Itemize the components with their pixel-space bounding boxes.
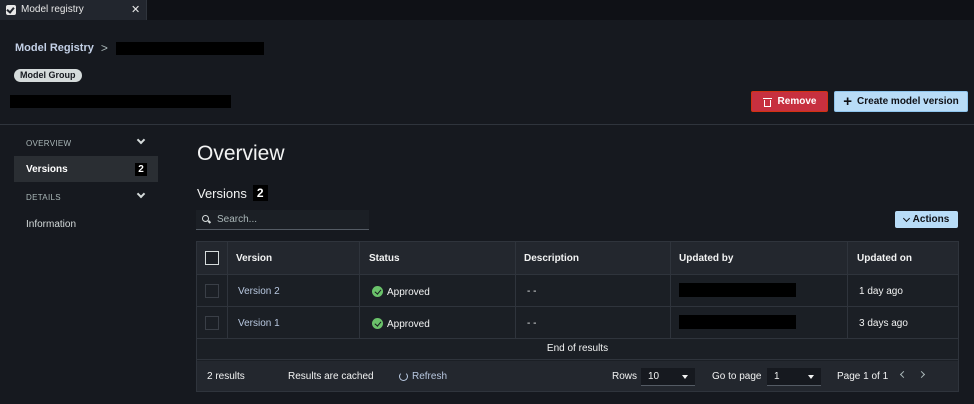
versions-section-title: Versions 2: [197, 185, 268, 201]
trash-icon: [762, 97, 772, 107]
redacted-updated-by: [679, 283, 796, 297]
plus-icon: +: [843, 92, 853, 110]
row-checkbox[interactable]: [205, 316, 219, 330]
create-model-version-button[interactable]: + Create model version: [834, 91, 968, 112]
remove-label: Remove: [777, 96, 817, 107]
updated-on-cell: 3 days ago: [859, 318, 908, 329]
refresh-icon: [399, 372, 408, 381]
sidebar-item-information[interactable]: Information: [26, 219, 76, 230]
sidebar-heading-details[interactable]: DETAILS: [26, 193, 61, 202]
description-cell: - -: [527, 318, 537, 329]
goto-value: 1: [774, 371, 780, 382]
model-group-badge: Model Group: [14, 69, 82, 82]
sidebar-versions-count: 2: [135, 163, 147, 176]
sidebar-item-label: Versions: [26, 164, 68, 175]
table-row[interactable]: Version 1 Approved - - 3 days ago: [197, 307, 958, 339]
chevron-down-icon: [902, 214, 910, 222]
cache-status: Results are cached: [288, 371, 374, 382]
column-header-updated-by[interactable]: Updated by: [679, 253, 733, 264]
status-text: Approved: [387, 287, 430, 298]
page-title: Overview: [197, 142, 285, 165]
status-cell: Approved: [372, 286, 430, 298]
caret-down-icon: [808, 375, 814, 379]
version-link[interactable]: Version 2: [238, 286, 280, 297]
select-all-checkbox[interactable]: [205, 251, 219, 265]
refresh-button[interactable]: Refresh: [399, 371, 447, 382]
redacted-group-name: [115, 41, 264, 55]
redacted-updated-by: [679, 315, 796, 329]
chevron-left-icon[interactable]: [899, 370, 908, 379]
success-icon: [372, 318, 383, 329]
column-header-version[interactable]: Version: [236, 253, 272, 264]
table-footer: 2 results Results are cached Refresh Row…: [197, 361, 958, 391]
description-cell: - -: [527, 286, 537, 297]
results-count: 2 results: [207, 371, 245, 382]
caret-down-icon: [682, 375, 688, 379]
refresh-label: Refresh: [412, 371, 448, 382]
breadcrumb-model-registry[interactable]: Model Registry: [15, 42, 94, 54]
check-icon: [6, 5, 16, 15]
tab-bar: Model registry ✕: [0, 0, 974, 20]
end-of-results: End of results: [197, 338, 958, 360]
status-cell: Approved: [372, 318, 430, 330]
column-header-updated-on[interactable]: Updated on: [857, 253, 912, 264]
go-to-page-select[interactable]: 1: [767, 368, 821, 386]
chevron-down-icon[interactable]: [136, 135, 146, 145]
table-row[interactable]: Version 2 Approved - - 1 day ago: [197, 275, 958, 307]
rows-label: Rows: [612, 371, 638, 382]
updated-on-cell: 1 day ago: [859, 286, 903, 297]
search-box[interactable]: [196, 210, 369, 230]
create-label: Create model version: [857, 96, 959, 107]
go-to-page-label: Go to page: [712, 371, 762, 382]
breadcrumb: Model Registry >: [15, 41, 264, 55]
column-header-status[interactable]: Status: [369, 253, 400, 264]
chevron-down-icon[interactable]: [136, 189, 146, 199]
remove-button[interactable]: Remove: [751, 91, 828, 112]
redacted-model-group-title: [10, 95, 231, 108]
tab-model-registry[interactable]: Model registry ✕: [0, 0, 147, 20]
chevron-right-icon: >: [100, 41, 108, 55]
status-text: Approved: [387, 319, 430, 330]
sidebar-item-versions[interactable]: Versions 2: [14, 156, 158, 182]
close-icon[interactable]: ✕: [131, 3, 140, 16]
versions-table: Version Status Description Updated by Up…: [196, 241, 959, 392]
row-checkbox[interactable]: [205, 284, 219, 298]
version-link[interactable]: Version 1: [238, 318, 280, 329]
table-header: Version Status Description Updated by Up…: [197, 242, 958, 275]
sidebar-heading-overview[interactable]: OVERVIEW: [26, 139, 71, 148]
column-header-description[interactable]: Description: [524, 253, 579, 264]
search-input[interactable]: [217, 214, 357, 225]
rows-value: 10: [648, 371, 660, 382]
page-indicator: Page 1 of 1: [837, 371, 889, 382]
header-divider: [0, 124, 974, 125]
actions-button[interactable]: Actions: [895, 211, 958, 228]
chevron-right-icon[interactable]: [917, 370, 926, 379]
tab-label: Model registry: [21, 4, 84, 15]
actions-label: Actions: [912, 214, 950, 225]
versions-count: 2: [252, 185, 268, 201]
search-icon: [202, 215, 211, 224]
success-icon: [372, 286, 383, 297]
rows-per-page-select[interactable]: 10: [641, 368, 695, 386]
section-label: Versions: [197, 185, 247, 201]
